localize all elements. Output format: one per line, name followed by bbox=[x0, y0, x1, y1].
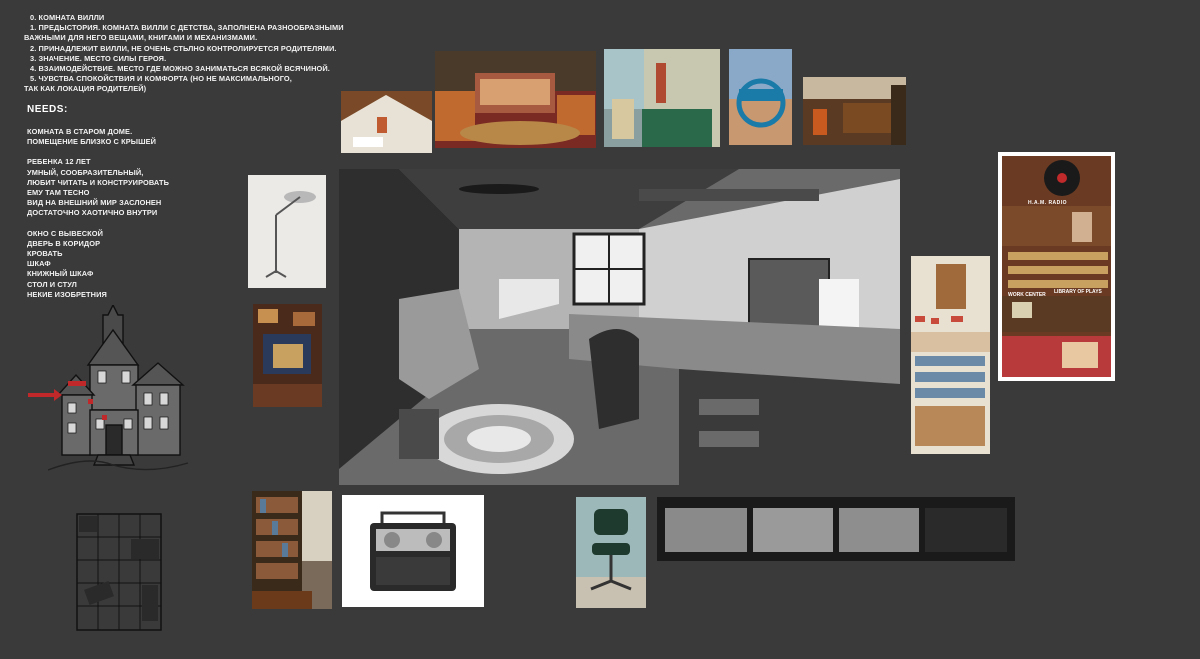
room-concept-sketch bbox=[339, 169, 900, 485]
storyboard-strip bbox=[657, 497, 1015, 561]
needs-item: ВИД НА ВНЕШНИЙ МИР ЗАСЛОНЕН bbox=[27, 198, 162, 208]
needs-item: ШКАФ bbox=[27, 259, 51, 269]
needs-item: СТОЛ И СТУЛ bbox=[27, 279, 77, 289]
needs-item: КОМНАТА В СТАРОМ ДОМЕ. bbox=[27, 127, 133, 136]
reference-photo-office bbox=[803, 77, 906, 145]
needs-item: ЕМУ ТАМ ТЕСНО bbox=[27, 188, 90, 198]
storyboard-frame bbox=[839, 508, 919, 552]
story-line: ТАК КАК ЛОКАЦИЯ РОДИТЕЛЕЙ) bbox=[24, 84, 147, 94]
needs-item: ДВЕРЬ В КОРИДОР bbox=[27, 238, 101, 248]
story-notes: 0. КОМНАТА ВИЛЛИ 1. ПРЕДЫСТОРИЯ. КОМНАТА… bbox=[24, 13, 344, 95]
needs-item: ПОМЕЩЕНИЕ БЛИЗКО С КРЫШЕЙ bbox=[27, 137, 157, 147]
reference-photo-bedroom bbox=[604, 49, 720, 147]
reference-photo-attic bbox=[341, 91, 432, 153]
reference-photo-workshop bbox=[911, 256, 990, 454]
reference-photo-living-room bbox=[435, 51, 596, 148]
needs-item: ОКНО С ВЫВЕСКОЙ bbox=[27, 228, 104, 238]
reference-photo-sign bbox=[729, 49, 792, 145]
storyboard-frame bbox=[665, 508, 747, 552]
story-line: 0. КОМНАТА ВИЛЛИ bbox=[30, 13, 105, 22]
house-sketch bbox=[28, 305, 198, 485]
storyboard-frame bbox=[753, 508, 833, 552]
reference-photo-collage-poster: H.A.M. RADIO LIBRARY OF PLAYS WORK CENTE… bbox=[998, 152, 1115, 381]
storyboard-frame bbox=[925, 508, 1007, 552]
reference-photo-cluttered-room bbox=[253, 304, 322, 407]
needs-item: НЕКИЕ ИЗОБРЕТНИЯ bbox=[27, 289, 107, 299]
needs-item: ЛЮБИТ ЧИТАТЬ И КОНСТРУИРОВАТЬ bbox=[27, 177, 170, 187]
needs-item: КНИЖНЫЙ ШКАФ bbox=[27, 269, 94, 279]
reference-photo-chair bbox=[576, 497, 646, 608]
story-line: 2. ПРИНАДЛЕЖИТ ВИЛЛИ, НЕ ОЧЕНЬ СТЬЛНО КО… bbox=[30, 43, 337, 53]
poster-label: LIBRARY OF PLAYS bbox=[1054, 289, 1102, 295]
needs-list: КОМНАТА В СТАРОМ ДОМЕ. ПОМЕЩЕНИЕ БЛИЗКО … bbox=[27, 127, 169, 300]
story-line: 1. ПРЕДЫСТОРИЯ. КОМНАТА ВИЛЛИ С ДЕТСТВА,… bbox=[30, 23, 344, 33]
needs-item: РЕБЕНКА 12 ЛЕТ bbox=[27, 157, 91, 167]
needs-title: NEEDS: bbox=[27, 104, 68, 115]
needs-item: КРОВАТЬ bbox=[27, 249, 63, 259]
needs-item: ДОСТАТОЧНО ХАОТИЧНО ВНУТРИ bbox=[27, 208, 158, 218]
story-line: 3. ЗНАЧЕНИЕ. МЕСТО СИЛЫ ГЕРОЯ. bbox=[30, 53, 167, 63]
reference-photo-floor-lamp bbox=[248, 175, 326, 288]
reference-photo-bookshelf bbox=[252, 491, 332, 609]
story-line: 5. ЧУВСТВА СПОКОЙСТВИЯ И КОМФОРТА (НО НЕ… bbox=[30, 74, 292, 84]
floor-plan-sketch bbox=[76, 513, 162, 631]
needs-item: УМНЫЙ, СООБРАЗИТЕЛЬНЫЙ, bbox=[27, 167, 144, 177]
poster-label: WORK CENTER bbox=[1008, 292, 1046, 298]
reference-photo-radio bbox=[342, 495, 484, 607]
story-line: ВАЖНЫМИ ДЛЯ НЕГО ВЕЩАМИ, КНИГАМИ И МЕХАН… bbox=[24, 33, 258, 43]
story-line: 4. ВЗАИМОДЕЙСТВИЕ. МЕСТО ГДЕ МОЖНО ЗАНИМ… bbox=[30, 64, 330, 74]
poster-label: H.A.M. RADIO bbox=[1028, 200, 1068, 206]
